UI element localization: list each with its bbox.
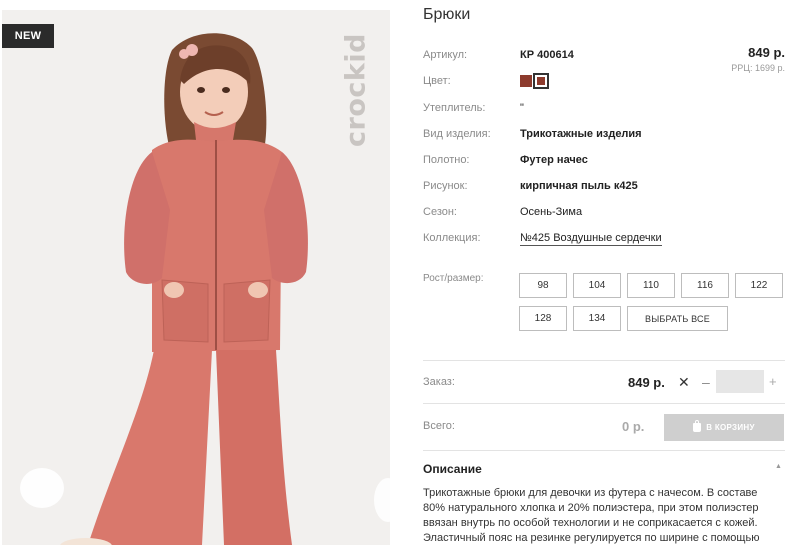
description-text: Трикотажные брюки для девочки из футера …: [423, 487, 760, 544]
order-price: 849 р.: [628, 375, 665, 390]
product-title: Брюки: [423, 6, 471, 23]
divider: [423, 403, 785, 404]
season-label: Сезон:: [423, 206, 457, 218]
collection-link[interactable]: №425 Воздушные сердечки: [520, 232, 662, 246]
size-option-116[interactable]: 116: [681, 273, 729, 298]
collapse-icon[interactable]: ▲: [775, 463, 782, 470]
product-price: 849 р.: [748, 45, 785, 60]
pattern-value: кирпичная пыль к425: [520, 180, 638, 192]
recommended-price: РРЦ: 1699 р.: [731, 63, 785, 73]
fabric-value: Футер начес: [520, 154, 588, 166]
shopping-bag-icon: [693, 420, 702, 432]
new-badge: NEW: [2, 24, 54, 48]
size-option-128[interactable]: 128: [519, 306, 567, 331]
add-to-cart-button[interactable]: В КОРЗИНУ: [664, 414, 784, 441]
type-label: Вид изделия:: [423, 128, 491, 140]
quantity-increase-button[interactable]: +: [769, 374, 777, 389]
pattern-label: Рисунок:: [423, 180, 468, 192]
collection-label: Коллекция:: [423, 232, 481, 244]
select-all-sizes-button[interactable]: ВЫБРАТЬ ВСЕ: [627, 306, 728, 331]
size-option-110[interactable]: 110: [627, 273, 675, 298]
type-value: Трикотажные изделия: [520, 128, 642, 140]
size-option-134[interactable]: 134: [573, 306, 621, 331]
article-label: Артикул:: [423, 49, 468, 61]
total-value: 0 р.: [622, 419, 645, 434]
quantity-decrease-button[interactable]: –: [702, 374, 710, 390]
article-value: КР 400614: [520, 49, 574, 61]
divider: [423, 360, 785, 361]
divider: [423, 450, 785, 451]
description-title[interactable]: Описание: [423, 462, 482, 476]
order-label: Заказ:: [423, 376, 455, 388]
brand-logo: crockid: [340, 33, 372, 147]
size-label: Рост/размер:: [423, 273, 484, 284]
color-swatch[interactable]: [520, 75, 532, 87]
season-value: Осень-Зима: [520, 206, 583, 218]
size-option-98[interactable]: 98: [519, 273, 567, 298]
fabric-label: Полотно:: [423, 154, 470, 166]
insulation-label: Утеплитель:: [423, 102, 486, 114]
color-swatch-selected[interactable]: [533, 73, 549, 89]
size-option-122[interactable]: 122: [735, 273, 783, 298]
size-option-104[interactable]: 104: [573, 273, 621, 298]
color-label: Цвет:: [423, 75, 451, 87]
multiply-icon: ✕: [678, 374, 690, 390]
total-label: Всего:: [423, 420, 455, 432]
quantity-input[interactable]: [716, 370, 764, 393]
insulation-value: ": [520, 102, 524, 114]
add-to-cart-label: В КОРЗИНУ: [706, 423, 755, 432]
